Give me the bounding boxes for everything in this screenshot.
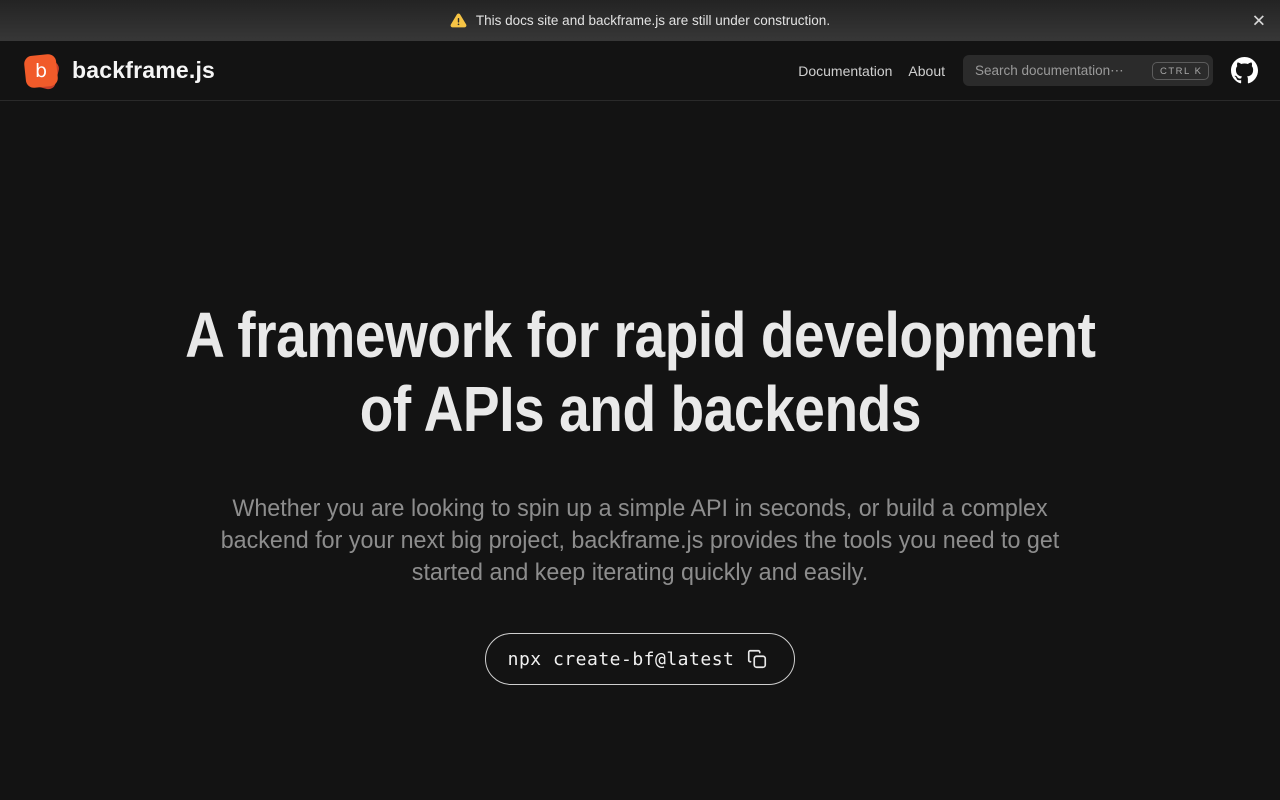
search-box[interactable]: CTRL K xyxy=(963,55,1213,86)
copy-icon[interactable] xyxy=(746,648,768,670)
install-command-button[interactable]: npx create-bf@latest xyxy=(484,633,796,685)
hero-section: A framework for rapid development of API… xyxy=(0,101,1280,685)
logo-letter: b xyxy=(34,59,48,82)
nav-link-documentation[interactable]: Documentation xyxy=(798,63,892,79)
title-line-1: A framework for rapid development xyxy=(184,299,1096,371)
site-header: b backframe.js Documentation About CTRL … xyxy=(0,41,1280,101)
page-title: A framework for rapid development of API… xyxy=(111,298,1170,446)
main-nav: Documentation About xyxy=(798,63,945,79)
close-icon[interactable]: ✕ xyxy=(1252,12,1266,29)
banner-text: This docs site and backframe.js are stil… xyxy=(475,13,831,28)
install-command: npx create-bf@latest xyxy=(507,648,735,670)
github-link[interactable] xyxy=(1231,57,1258,84)
construction-banner: This docs site and backframe.js are stil… xyxy=(0,0,1280,41)
title-line-2: of APIs and backends xyxy=(359,373,921,445)
nav-link-about[interactable]: About xyxy=(908,63,945,79)
search-input[interactable] xyxy=(975,63,1152,78)
search-shortcut-badge: CTRL K xyxy=(1152,61,1210,80)
hero-subtitle: Whether you are looking to spin up a sim… xyxy=(220,495,1060,586)
brand-home-link[interactable]: b backframe.js xyxy=(23,52,216,91)
brand-name: backframe.js xyxy=(72,57,216,83)
github-icon xyxy=(1231,57,1258,84)
backframe-logo-icon: b xyxy=(23,52,61,91)
warning-triangle-icon xyxy=(450,12,467,29)
